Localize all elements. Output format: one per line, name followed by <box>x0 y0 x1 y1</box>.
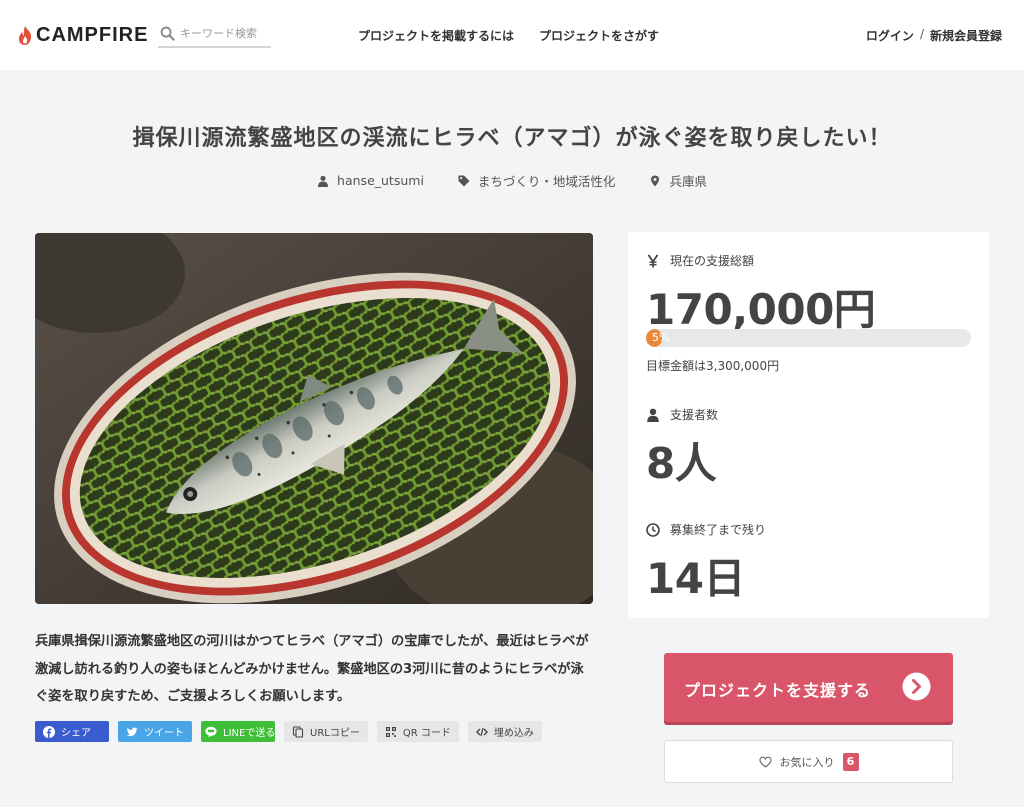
line-share-label: LINEで送る <box>223 728 276 739</box>
location-link[interactable]: 兵庫県 <box>649 171 707 190</box>
backers-label-text: 支援者数 <box>670 408 719 422</box>
search-icon <box>160 26 175 41</box>
qr-code-icon <box>385 726 396 737</box>
funding-progress-bar: 5% <box>646 329 971 347</box>
location-name: 兵庫県 <box>669 174 707 189</box>
chevron-right-circle-icon <box>902 672 931 701</box>
funding-stats-panel: 現在の支援総額 170,000円 5% 目標金額は3,300,000円 支援者数… <box>628 232 989 618</box>
project-meta: hanse_utsumi まちづくり・地域活性化 兵庫県 <box>0 171 1024 190</box>
map-pin-icon <box>651 175 660 186</box>
author-name: hanse_utsumi <box>337 173 424 188</box>
total-amount-label: 現在の支援総額 <box>646 252 754 269</box>
url-copy-button[interactable]: URLコピー <box>284 721 368 742</box>
user-icon <box>318 175 329 187</box>
facebook-icon <box>43 725 55 738</box>
category-link[interactable]: まちづくり・地域活性化 <box>458 171 616 190</box>
total-amount-label-text: 現在の支援総額 <box>670 254 755 268</box>
login-link[interactable]: ログイン <box>866 27 914 44</box>
heart-icon <box>758 756 772 767</box>
facebook-share-label: シェア <box>61 728 91 739</box>
favorite-label: お気に入り <box>779 755 835 769</box>
backers-value: 8人 <box>646 439 717 488</box>
share-buttons: シェア ツイート LINEで送る URLコピー QR コード 埋め込み <box>35 721 542 742</box>
copy-icon <box>292 725 304 738</box>
signup-link[interactable]: 新規会員登録 <box>930 27 1002 44</box>
yen-icon <box>647 253 659 267</box>
tag-icon <box>458 175 470 186</box>
site-header: CAMPFIRE キーワード検索 プロジェクトを掲載するには プロジェクトをさが… <box>0 0 1024 70</box>
project-main-image <box>35 233 593 604</box>
funding-progress-percent: 5% <box>652 331 670 344</box>
twitter-share-label: ツイート <box>144 728 184 739</box>
support-project-label: プロジェクトを支援する <box>684 681 872 700</box>
project-title: 揖保川源流繁盛地区の渓流にヒラベ（アマゴ）が泳ぐ姿を取り戻したい！ <box>132 126 892 151</box>
qr-code-label: QR コード <box>402 728 451 739</box>
goal-amount: 目標金額は3,300,000円 <box>646 359 780 373</box>
flame-icon <box>18 26 32 45</box>
backers-label: 支援者数 <box>646 406 718 423</box>
auth-links: ログイン / 新規会員登録 <box>866 27 1002 44</box>
search-input[interactable]: キーワード検索 <box>180 25 257 41</box>
project-description: 兵庫県揖保川源流繁盛地区の河川はかつてヒラベ（アマゴ）の宝庫でしたが、最近はヒラ… <box>35 634 589 704</box>
support-project-button[interactable]: プロジェクトを支援する <box>664 653 953 722</box>
url-copy-label: URLコピー <box>310 728 360 739</box>
trout-in-net-image <box>35 233 593 604</box>
author-link[interactable]: hanse_utsumi <box>317 171 424 190</box>
qr-code-button[interactable]: QR コード <box>376 721 459 742</box>
clock-icon <box>646 522 660 537</box>
embed-button[interactable]: 埋め込み <box>467 721 542 742</box>
nav-find-project-link[interactable]: プロジェクトをさがす <box>539 27 659 44</box>
remaining-time-label-text: 募集終了まで残り <box>670 523 767 537</box>
auth-separator: / <box>919 27 924 41</box>
twitter-share-button[interactable]: ツイート <box>118 721 192 742</box>
search-box[interactable]: キーワード検索 <box>158 24 271 48</box>
line-share-button[interactable]: LINEで送る <box>201 721 275 742</box>
facebook-share-button[interactable]: シェア <box>35 721 109 742</box>
nav-post-project-link[interactable]: プロジェクトを掲載するには <box>358 27 514 44</box>
logo-text: CAMPFIRE <box>36 24 149 46</box>
user-icon <box>647 408 659 422</box>
remaining-time-value: 14日 <box>646 554 745 603</box>
total-amount-value: 170,000円 <box>646 285 876 334</box>
twitter-bird-icon <box>126 727 138 736</box>
code-icon <box>475 727 488 736</box>
campfire-logo[interactable]: CAMPFIRE <box>18 24 148 47</box>
line-icon <box>205 726 217 737</box>
favorite-count-badge: 6 <box>842 752 859 771</box>
embed-label: 埋め込み <box>493 728 534 739</box>
favorite-button[interactable]: お気に入り 6 <box>664 740 953 783</box>
category-name: まちづくり・地域活性化 <box>477 174 616 189</box>
remaining-time-label: 募集終了まで残り <box>646 521 766 538</box>
